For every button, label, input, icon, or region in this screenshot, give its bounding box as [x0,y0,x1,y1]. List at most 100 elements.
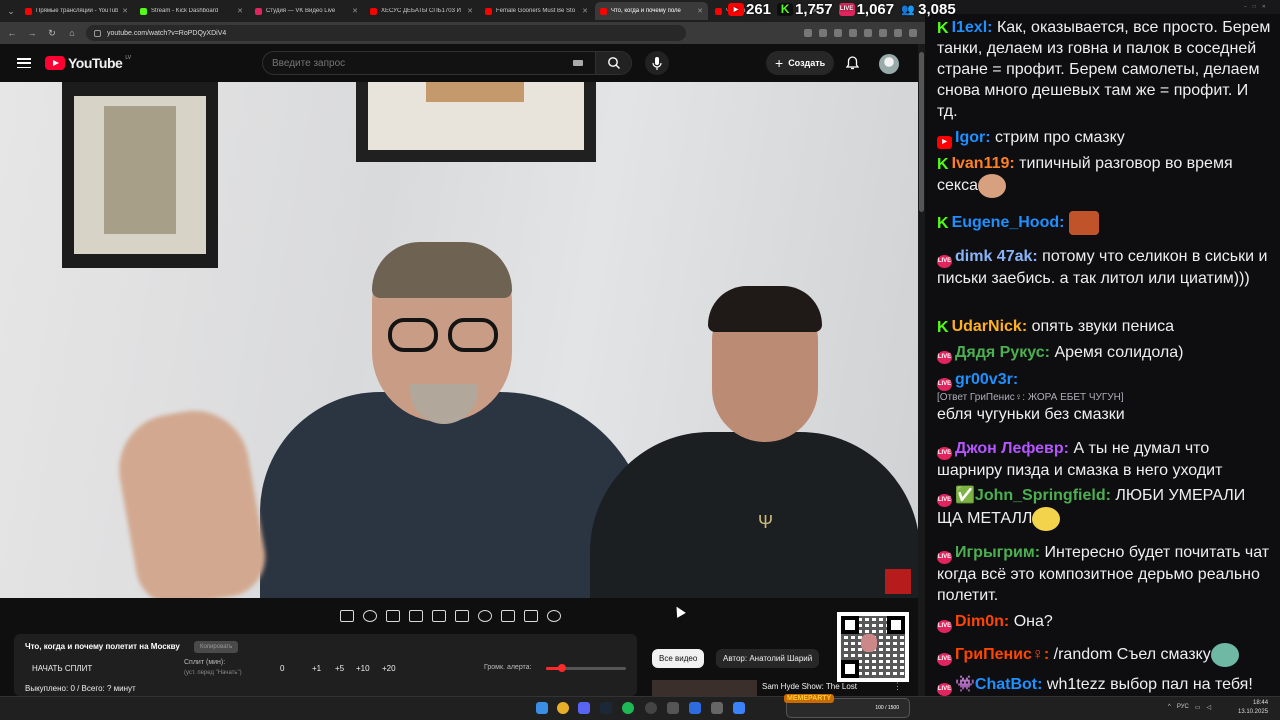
chat-username[interactable]: Ivan119: [952,155,1015,172]
system-tray: ^ РУС ▭ ◁ [1168,704,1211,711]
back-icon[interactable]: ← [6,28,18,38]
tab-list-icon[interactable]: ⌄ [4,4,18,18]
page-scrollbar[interactable] [918,44,925,696]
chat-username[interactable]: UdarNick: [952,318,1028,335]
vk-platform-icon: LIVE [937,255,952,268]
related-video-item[interactable]: Sam Hyde Show: The Lost ⋮ [652,680,912,696]
close-tab-icon[interactable]: ✕ [237,7,243,15]
chat-username[interactable]: ГриПенис♀: [955,646,1049,663]
speed-icon[interactable] [478,610,492,622]
chat-username[interactable]: gr00v3r: [955,371,1018,388]
extension-icon[interactable] [804,29,812,37]
extension-icon[interactable] [819,29,827,37]
more-options-icon[interactable]: ⋮ [893,681,902,692]
clock[interactable]: 18:44 13.10.2025 [1238,699,1268,717]
split-value[interactable]: 0 [280,664,284,673]
download-icon[interactable] [879,29,887,37]
tab-favicon-icon [25,7,32,15]
volume-icon[interactable]: ◁ [1207,704,1212,711]
chat-username[interactable]: I1exl: [952,19,993,36]
extension-icon[interactable] [864,29,872,37]
browser-tab[interactable]: ХЕСУС ДЕБАТЫ СПБ1703 И ✕ [365,2,478,20]
increment-button[interactable]: +10 [356,664,370,673]
notifications-bell-icon[interactable] [846,56,859,70]
add-icon[interactable] [501,610,515,622]
screenshot-icon[interactable] [386,610,400,622]
language-indicator[interactable]: РУС [1177,704,1189,711]
close-tab-icon[interactable]: ✕ [467,7,473,15]
camera-icon[interactable] [524,610,538,622]
clip-icon[interactable] [409,610,423,622]
app-icon[interactable] [689,702,701,714]
hamburger-menu-icon[interactable] [17,58,31,68]
settings-gear-icon[interactable] [547,610,561,622]
telegram-icon[interactable] [733,702,745,714]
create-label: Создать [788,58,826,68]
keyboard-icon[interactable] [573,60,583,66]
tab-favicon-icon [255,7,262,15]
increment-button[interactable]: +5 [335,664,344,673]
chat-username[interactable]: dimk 47ak: [955,248,1038,265]
avatar[interactable] [879,54,899,74]
start-split-button[interactable]: НАЧАТЬ СПЛИТ [32,664,92,673]
close-tab-icon[interactable]: ✕ [582,7,588,15]
search-button[interactable] [595,52,631,74]
filter-all-videos[interactable]: Все видео [652,649,705,668]
browser-tab[interactable]: Stream - Kick Dashboard ✕ [135,2,248,20]
chat-emote-icon [977,174,1006,198]
spotify-icon[interactable] [622,702,634,714]
chat-username[interactable]: Igor: [955,129,991,146]
copy-button[interactable]: Копировать [194,641,239,653]
alert-volume-slider[interactable] [546,664,626,672]
search-input[interactable] [263,57,573,69]
cinema-icon[interactable] [455,610,469,622]
chat-username[interactable]: Игрыгрим: [955,544,1040,561]
address-bar[interactable]: youtube.com/watch?v=RoPDQyXDiV4 [86,25,686,41]
tray-chevron-icon[interactable]: ^ [1168,704,1171,711]
theater-icon[interactable] [432,610,446,622]
voice-search-button[interactable] [645,51,669,75]
chrome-icon[interactable] [557,702,569,714]
menu-icon[interactable] [909,29,917,37]
reload-icon[interactable]: ↻ [46,28,58,39]
chat-message: K Eugene_Hood: [937,211,1272,235]
youtube-logo[interactable]: YouTube LV [45,55,131,71]
bookmark-icon[interactable] [834,29,842,37]
chat-username[interactable]: Дядя Рукус: [955,344,1050,361]
chat-username[interactable]: ✅John_Springfield: [955,487,1111,504]
start-icon[interactable] [536,702,548,714]
increment-button[interactable]: +20 [382,664,396,673]
filter-author[interactable]: Автор: Анатолий Шарий [716,649,820,668]
site-info-icon[interactable] [94,29,101,37]
close-tab-icon[interactable]: ✕ [352,7,358,15]
split-hint: (уст. перед "Начать") [184,670,242,676]
extension-icon[interactable] [849,29,857,37]
steam-icon[interactable] [600,702,612,714]
create-button[interactable]: + Создать [766,51,835,75]
volume-thumb[interactable] [558,664,566,672]
obs-icon[interactable] [645,702,657,714]
app-icon[interactable] [711,702,723,714]
window-controls-icon[interactable]: –□✕ [1244,0,1272,14]
network-icon[interactable]: ▭ [1195,704,1201,711]
home-icon[interactable]: ⌂ [66,28,78,38]
chat-username[interactable]: Dim0n: [955,613,1009,630]
chat-username[interactable]: Eugene_Hood: [952,214,1065,231]
close-tab-icon[interactable]: ✕ [697,7,703,15]
tab-title: Прямые трансляции - YouTube [36,8,119,14]
app-icon[interactable] [667,702,679,714]
video-player[interactable]: Ψ [0,82,918,598]
close-tab-icon[interactable]: ✕ [122,7,128,15]
chat-username[interactable]: 👾ChatBot: [955,676,1042,693]
browser-tab[interactable]: Прямые трансляции - YouTube ✕ [20,2,133,20]
profile-icon[interactable] [894,29,902,37]
discord-icon[interactable] [578,702,590,714]
loop-icon[interactable] [340,610,354,622]
browser-tab[interactable]: Студия — VK Видео Live ✕ [250,2,363,20]
browser-tab[interactable]: Female Gooners Must Be Sto ✕ [480,2,593,20]
chat-username[interactable]: Джон Лефевр: [955,440,1069,457]
forward-icon[interactable]: → [26,28,38,38]
audio-icon[interactable] [363,610,377,622]
increment-button[interactable]: +1 [312,664,321,673]
browser-tab[interactable]: Что, когда и почему поле ✕ [595,2,708,20]
